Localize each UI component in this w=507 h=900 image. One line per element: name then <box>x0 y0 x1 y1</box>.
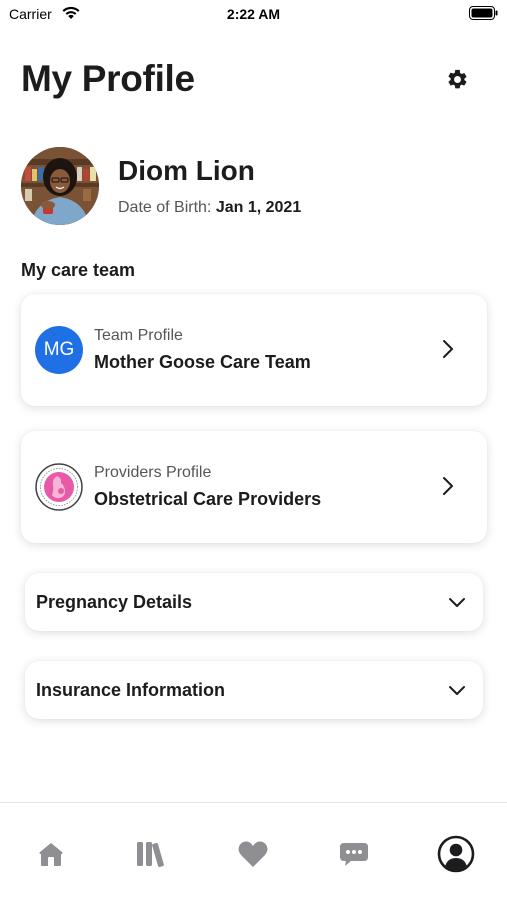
tab-favorites[interactable] <box>233 835 273 873</box>
accordion-label: Pregnancy Details <box>36 592 193 612</box>
status-bar: Carrier 2:22 AM <box>0 0 507 30</box>
tab-library[interactable] <box>131 835 171 873</box>
avatar[interactable] <box>21 147 99 225</box>
dob-value: Jan 1, 2021 <box>215 199 302 216</box>
chevron-right-icon <box>443 340 453 358</box>
tab-messages[interactable] <box>334 835 374 873</box>
team-avatar-icon: MG <box>35 326 83 374</box>
chevron-down-icon <box>449 686 465 695</box>
providers-profile-card[interactable]: Providers Profile Obstetrical Care Provi… <box>21 431 487 543</box>
profile-name: Diom Lion <box>118 155 255 186</box>
tab-bar <box>0 802 507 900</box>
dob-label: Date of Birth: <box>118 199 212 216</box>
date-of-birth: Date of Birth: Jan 1, 2021 <box>118 199 301 217</box>
chevron-right-icon <box>443 477 453 495</box>
card-title: Mother Goose Care Team <box>94 352 311 372</box>
card-subtitle: Team Profile <box>94 327 183 344</box>
profile-icon <box>437 835 475 873</box>
card-subtitle: Providers Profile <box>94 464 212 481</box>
avatar-photo <box>21 147 99 225</box>
care-team-heading: My care team <box>21 260 136 280</box>
tab-profile[interactable] <box>436 835 476 873</box>
chat-icon <box>340 843 368 866</box>
status-time: 2:22 AM <box>226 6 281 22</box>
team-profile-card[interactable]: MG Team Profile Mother Goose Care Team <box>21 294 487 406</box>
card-title: Obstetrical Care Providers <box>94 489 322 509</box>
tab-home[interactable] <box>31 835 71 873</box>
obstetrical-logo-icon <box>35 463 83 511</box>
accordion-label: Insurance Information <box>36 680 226 700</box>
page-title: My Profile <box>21 58 195 99</box>
home-icon <box>39 843 63 866</box>
gear-icon[interactable] <box>446 68 469 91</box>
chevron-down-icon <box>449 598 465 607</box>
heart-icon <box>238 841 268 867</box>
insurance-information-accordion[interactable]: Insurance Information <box>25 661 483 719</box>
battery-icon <box>469 6 498 20</box>
pregnancy-details-accordion[interactable]: Pregnancy Details <box>25 573 483 631</box>
library-icon <box>137 842 164 868</box>
